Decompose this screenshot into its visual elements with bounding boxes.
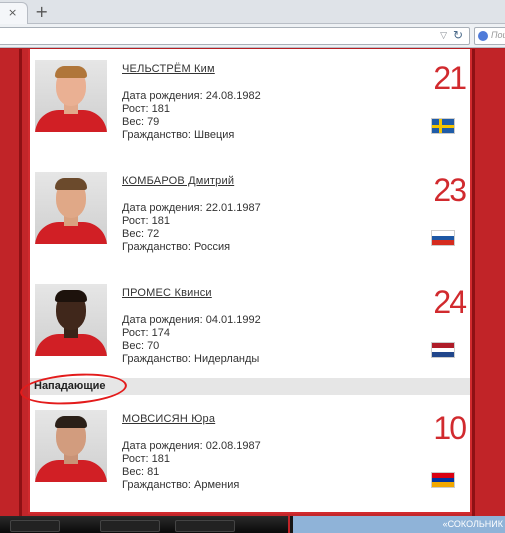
player-number: 21: [433, 60, 467, 96]
netherlands-flag-icon: [431, 342, 455, 358]
player-number: 24: [433, 284, 467, 320]
player-card: ЧЕЛЬСТРЁМ Ким Дата рождения: 24.08.1982 …: [30, 60, 470, 160]
player-photo[interactable]: [35, 284, 107, 356]
player-number: 10: [433, 410, 467, 446]
close-tab-icon[interactable]: ×: [8, 6, 17, 19]
browser-toolbar: ▽ ↻ Пои: [0, 24, 505, 48]
player-name-link[interactable]: КОМБАРОВ Дмитрий: [122, 175, 234, 187]
dark-banner[interactable]: [0, 516, 290, 533]
banner-segment: [10, 520, 60, 532]
player-name-link[interactable]: МОВСИСЯН Юра: [122, 413, 215, 425]
new-tab-icon[interactable]: +: [35, 2, 48, 21]
dropdown-arrow-icon[interactable]: ▽: [440, 30, 447, 41]
search-engine-icon: [478, 31, 488, 41]
player-number: 23: [433, 172, 467, 208]
banner-text: «СОКОЛЬНИК: [442, 519, 503, 529]
bottom-banner-strip: «СОКОЛЬНИК: [0, 516, 505, 533]
russia-flag-icon: [431, 230, 455, 246]
reload-icon[interactable]: ↻: [453, 28, 463, 42]
player-info: Дата рождения: 04.01.1992 Рост: 174 Вес:…: [122, 314, 261, 366]
player-photo[interactable]: [35, 410, 107, 482]
player-card: МОВСИСЯН Юра Дата рождения: 02.08.1987 Р…: [30, 410, 470, 510]
player-birth-date: Дата рождения: 22.01.1987: [122, 202, 261, 214]
player-photo[interactable]: [35, 60, 107, 132]
player-birth-date: Дата рождения: 24.08.1982: [122, 90, 261, 102]
player-weight: Вес: 72: [122, 228, 160, 240]
player-name-link[interactable]: ЧЕЛЬСТРЁМ Ким: [122, 63, 215, 75]
player-info: Дата рождения: 02.08.1987 Рост: 181 Вес:…: [122, 440, 261, 492]
player-citizenship: Гражданство: Нидерланды: [122, 353, 260, 365]
player-info: Дата рождения: 22.01.1987 Рост: 181 Вес:…: [122, 202, 261, 254]
player-weight: Вес: 70: [122, 340, 160, 352]
player-birth-date: Дата рождения: 02.08.1987: [122, 440, 261, 452]
player-name-link[interactable]: ПРОМЕС Квинси: [122, 287, 212, 299]
player-height: Рост: 181: [122, 103, 170, 115]
player-card: ПРОМЕС Квинси Дата рождения: 04.01.1992 …: [30, 284, 470, 384]
player-citizenship: Гражданство: Швеция: [122, 129, 235, 141]
blue-banner[interactable]: «СОКОЛЬНИК: [293, 516, 505, 533]
player-height: Рост: 181: [122, 453, 170, 465]
player-citizenship: Гражданство: Россия: [122, 241, 231, 253]
page: ЧЕЛЬСТРЁМ Ким Дата рождения: 24.08.1982 …: [0, 49, 505, 516]
address-bar[interactable]: ▽ ↻: [0, 27, 470, 45]
player-weight: Вес: 79: [122, 116, 160, 128]
browser-tab[interactable]: ×: [0, 2, 28, 24]
sweden-flag-icon: [431, 118, 455, 134]
banner-segment: [175, 520, 235, 532]
banner-segment: [100, 520, 160, 532]
player-citizenship: Гражданство: Армения: [122, 479, 240, 491]
page-left-border: [0, 49, 22, 516]
player-photo[interactable]: [35, 172, 107, 244]
search-placeholder: Пои: [491, 30, 505, 40]
player-weight: Вес: 81: [122, 466, 160, 478]
player-height: Рост: 174: [122, 327, 170, 339]
armenia-flag-icon: [431, 472, 455, 488]
search-bar[interactable]: Пои: [474, 27, 505, 45]
page-right-border: [472, 49, 505, 516]
squad-list: ЧЕЛЬСТРЁМ Ким Дата рождения: 24.08.1982 …: [19, 49, 472, 514]
player-birth-date: Дата рождения: 04.01.1992: [122, 314, 261, 326]
player-height: Рост: 181: [122, 215, 170, 227]
player-card: КОМБАРОВ Дмитрий Дата рождения: 22.01.19…: [30, 172, 470, 272]
browser-tab-bar: × +: [0, 0, 505, 24]
player-info: Дата рождения: 24.08.1982 Рост: 181 Вес:…: [122, 90, 261, 142]
